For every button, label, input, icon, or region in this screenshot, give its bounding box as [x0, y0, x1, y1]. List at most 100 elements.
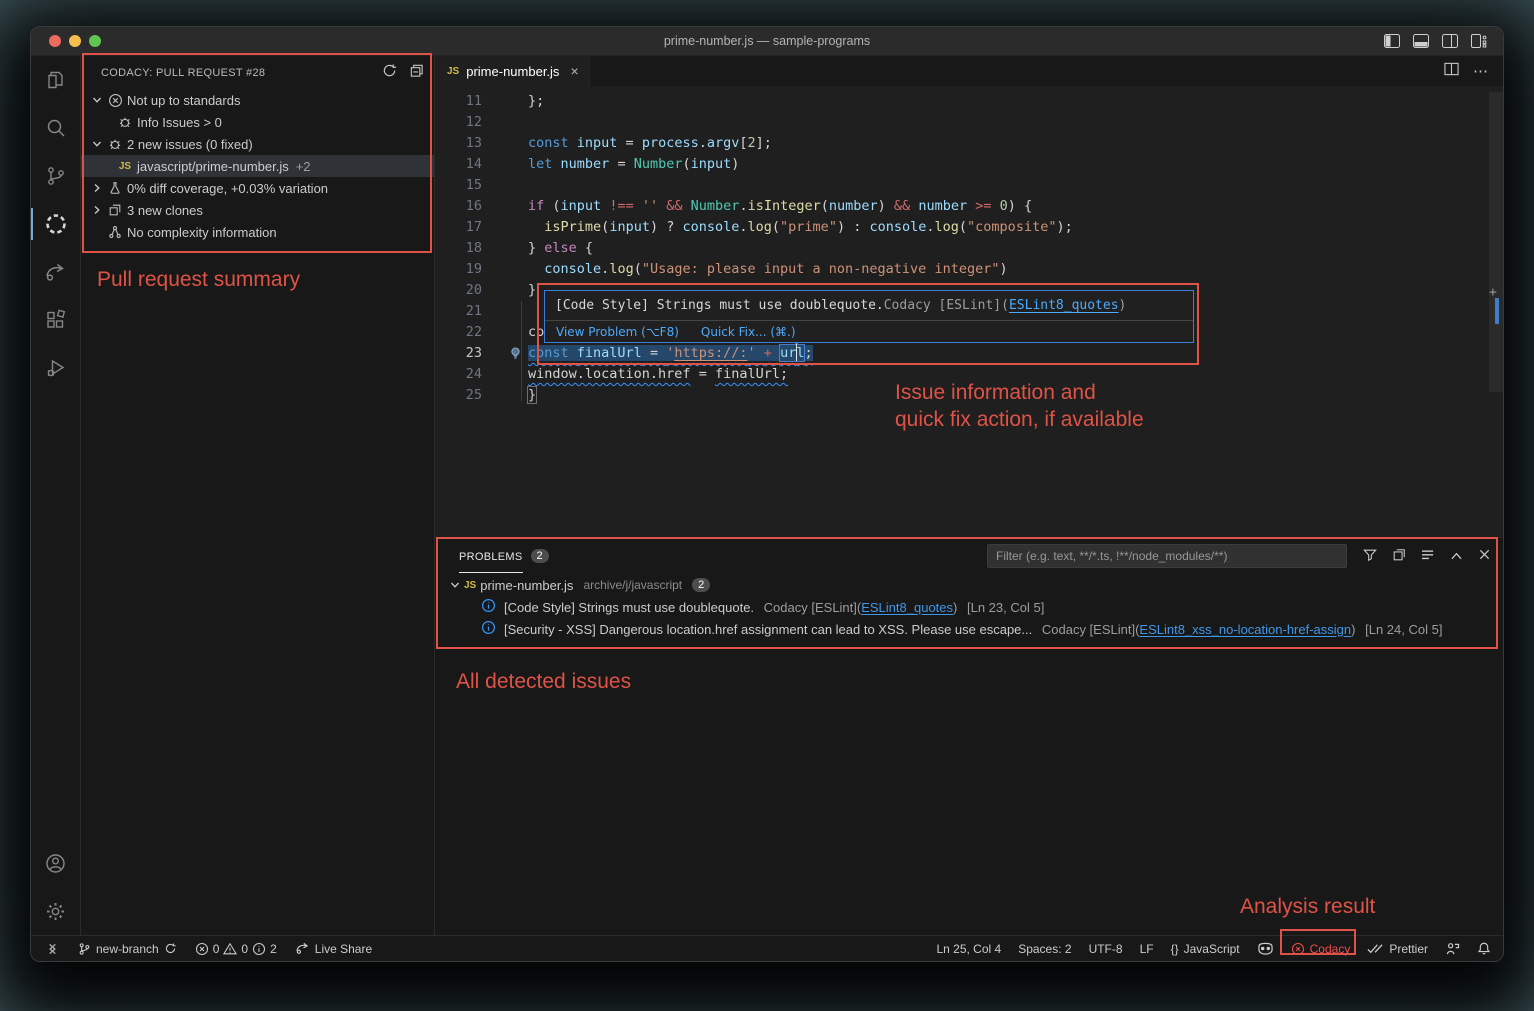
live-share-icon[interactable] — [31, 248, 80, 296]
copy-icon[interactable] — [1392, 548, 1406, 565]
filter-funnel-icon[interactable] — [1363, 548, 1377, 565]
traffic-lights — [49, 35, 101, 47]
problems-filter-input[interactable] — [987, 544, 1347, 568]
tree-item-standards[interactable]: Not up to standards — [81, 89, 434, 111]
tab-problems[interactable]: PROBLEMS 2 — [459, 538, 549, 574]
code-line[interactable]: 16if (input !== '' && Number.isInteger(n… — [435, 196, 1489, 217]
eslint-rule-link[interactable]: ESLint8_quotes — [861, 600, 953, 615]
status-bar: new-branch 0 0 2 Live Share Ln 25, Col 4… — [31, 935, 1503, 961]
code-line[interactable]: 14let number = Number(input) — [435, 154, 1489, 175]
close-panel-icon[interactable] — [1478, 548, 1491, 564]
problems-file-row[interactable]: JS prime-number.js archive/j/javascript … — [435, 574, 1503, 596]
source-control-icon[interactable] — [31, 152, 80, 200]
problem-location: [Ln 23, Col 5] — [967, 600, 1044, 615]
code-line[interactable]: 18} else { — [435, 238, 1489, 259]
complexity-graph-icon — [105, 225, 125, 239]
gate-bug-icon — [105, 137, 125, 151]
tree-item-info-issues[interactable]: Info Issues > 0 — [81, 111, 434, 133]
title-bar: prime-number.js — sample-programs — [31, 27, 1503, 56]
lightbulb-autofix-icon[interactable] — [508, 346, 523, 365]
code-line[interactable]: 12 — [435, 112, 1489, 133]
tab-label: prime-number.js — [466, 64, 559, 79]
view-problem-action[interactable]: View Problem (⌥F8) — [556, 325, 679, 339]
refresh-icon[interactable] — [382, 63, 397, 83]
problem-row-xss[interactable]: [Security - XSS] Dangerous location.href… — [435, 618, 1503, 640]
code-line[interactable]: 19 console.log("Usage: please input a no… — [435, 259, 1489, 280]
tree-item-file[interactable]: JS javascript/prime-number.js +2 — [81, 155, 434, 177]
scrollbar-slider[interactable] — [1489, 92, 1503, 392]
explorer-icon[interactable] — [31, 56, 80, 104]
pull-request-tree: Not up to standards Info Issues > 0 2 ne… — [81, 89, 434, 243]
gate-bug-icon — [115, 115, 135, 129]
eslint-rule-link[interactable]: ESLint8_quotes — [1009, 298, 1119, 313]
info-marker — [1495, 298, 1499, 324]
copilot-icon[interactable] — [1257, 941, 1274, 956]
clone-icon — [105, 203, 125, 217]
customize-layout-icon[interactable] — [1471, 34, 1487, 48]
eslint-rule-link[interactable]: ESLint8_xss_no-location-href-assign — [1139, 622, 1351, 637]
activity-bar — [31, 56, 81, 935]
problems-status[interactable]: 0 0 2 — [195, 942, 277, 956]
file-name: prime-number.js — [480, 578, 573, 593]
live-share-status[interactable]: Live Share — [295, 941, 372, 956]
indentation-status[interactable]: Spaces: 2 — [1018, 942, 1071, 956]
notifications-bell-icon[interactable] — [1477, 941, 1491, 956]
code-editor[interactable]: 11};1213const input = process.argv[2];14… — [435, 86, 1503, 537]
collapse-all-icon[interactable] — [409, 63, 424, 83]
close-tab-icon[interactable]: × — [570, 63, 578, 79]
accounts-icon[interactable] — [31, 839, 80, 887]
code-line[interactable]: 23const finalUrl = 'https://:' + url; — [435, 343, 1489, 364]
file-issue-badge: 2 — [692, 578, 710, 592]
search-icon[interactable] — [31, 104, 80, 152]
more-actions-icon[interactable]: ⋯ — [1473, 62, 1489, 80]
prettier-status[interactable]: Prettier — [1367, 942, 1428, 956]
chevron-down-icon — [89, 139, 105, 149]
close-window-button[interactable] — [49, 35, 61, 47]
view-as-table-icon[interactable] — [1421, 549, 1435, 564]
file-path: archive/j/javascript — [583, 578, 682, 592]
split-editor-icon[interactable] — [1444, 62, 1459, 81]
run-debug-icon[interactable] — [31, 344, 80, 392]
codacy-icon[interactable] — [31, 200, 80, 248]
code-line[interactable]: 11}; — [435, 91, 1489, 112]
error-circle-icon — [105, 93, 125, 108]
tree-item-coverage[interactable]: 0% diff coverage, +0.03% variation — [81, 177, 434, 199]
language-mode-status[interactable]: {}JavaScript — [1171, 942, 1240, 956]
problem-row-quotes[interactable]: [Code Style] Strings must use doublequot… — [435, 596, 1503, 618]
code-line[interactable]: 17 isPrime(input) ? console.log("prime")… — [435, 217, 1489, 238]
code-line[interactable]: 25} — [435, 385, 1489, 406]
tree-item-complexity[interactable]: No complexity information — [81, 221, 434, 243]
code-line[interactable]: 15 — [435, 175, 1489, 196]
info-icon — [481, 620, 496, 638]
toggle-secondary-sidebar-icon[interactable] — [1442, 34, 1458, 48]
codacy-status[interactable]: Codacy — [1291, 942, 1351, 956]
code-line[interactable]: 24window.location.href = finalUrl; — [435, 364, 1489, 385]
extensions-icon[interactable] — [31, 296, 80, 344]
tree-item-clones[interactable]: 3 new clones — [81, 199, 434, 221]
problem-message: [Code Style] Strings must use doublequot… — [504, 600, 754, 615]
tree-item-new-issues[interactable]: 2 new issues (0 fixed) — [81, 133, 434, 155]
overview-ruler[interactable]: + — [1489, 86, 1503, 537]
feedback-icon[interactable] — [1445, 942, 1460, 956]
minimize-window-button[interactable] — [69, 35, 81, 47]
tab-prime-number[interactable]: JS prime-number.js × — [435, 56, 590, 86]
js-file-icon: JS — [447, 66, 459, 77]
code-line[interactable]: 13const input = process.argv[2]; — [435, 133, 1489, 154]
zoom-window-button[interactable] — [89, 35, 101, 47]
quick-fix-action[interactable]: Quick Fix... (⌘.) — [701, 325, 796, 339]
eol-status[interactable]: LF — [1140, 942, 1154, 956]
cursor-position-status[interactable]: Ln 25, Col 4 — [936, 942, 1001, 956]
issue-hover-popup: [Code Style] Strings must use doublequot… — [544, 290, 1194, 343]
git-branch-status[interactable]: new-branch — [78, 942, 177, 956]
encoding-status[interactable]: UTF-8 — [1089, 942, 1123, 956]
maximize-panel-icon[interactable] — [1450, 549, 1463, 564]
beaker-icon — [105, 181, 125, 195]
toggle-primary-sidebar-icon[interactable] — [1384, 34, 1400, 48]
window-title: prime-number.js — sample-programs — [31, 34, 1503, 48]
remote-indicator-icon[interactable] — [45, 942, 60, 956]
code-lines: 11};1213const input = process.argv[2];14… — [435, 91, 1489, 406]
settings-gear-icon[interactable] — [31, 887, 80, 935]
js-file-icon: JS — [464, 580, 476, 591]
problem-location: [Ln 24, Col 5] — [1365, 622, 1442, 637]
toggle-panel-icon[interactable] — [1413, 34, 1429, 48]
